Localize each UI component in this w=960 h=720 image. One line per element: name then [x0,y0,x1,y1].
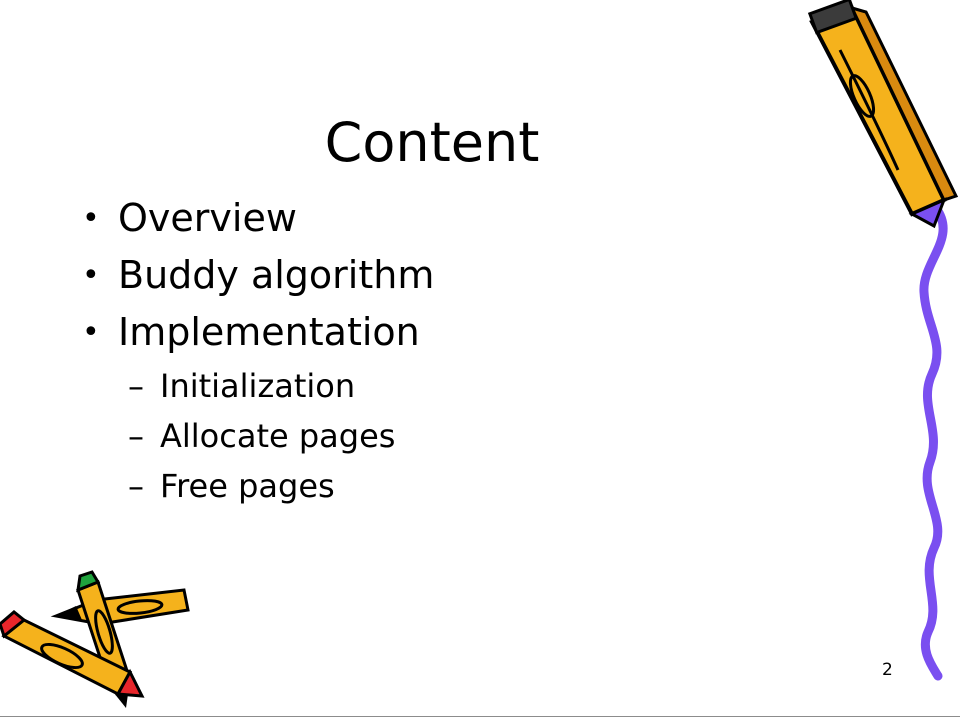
sub-bullet-marker: – [128,417,144,455]
slide: Content • Overview • Buddy algorithm • I… [0,0,960,720]
sub-bullet-item: – Free pages [82,461,802,511]
sub-bullet-list: – Initialization – Allocate pages – Free… [82,361,802,511]
bullet-item: • Buddy algorithm [82,247,802,304]
sub-bullet-item: – Initialization [82,361,802,411]
crossed-pencils-icon [0,570,190,708]
bullet-item: • Overview [82,190,802,247]
bullet-marker: • [82,201,100,236]
page-number: 2 [882,660,893,680]
bullet-label: Overview [118,196,297,240]
sub-bullet-label: Free pages [160,467,335,505]
bullet-item: • Implementation [82,304,802,361]
sub-bullet-item: – Allocate pages [82,411,802,461]
bullet-marker: • [82,258,100,293]
sub-bullet-marker: – [128,367,144,405]
slide-bottom-border [0,716,960,717]
sub-bullet-label: Allocate pages [160,417,396,455]
slide-title: Content [324,111,540,174]
bullet-list: • Overview • Buddy algorithm • Implement… [82,190,802,511]
sub-bullet-label: Initialization [160,367,356,405]
bullet-label: Implementation [118,310,420,354]
bullet-label: Buddy algorithm [118,253,435,297]
sub-bullet-marker: – [128,467,144,505]
bullet-marker: • [82,315,100,350]
squiggle-line [919,203,948,681]
